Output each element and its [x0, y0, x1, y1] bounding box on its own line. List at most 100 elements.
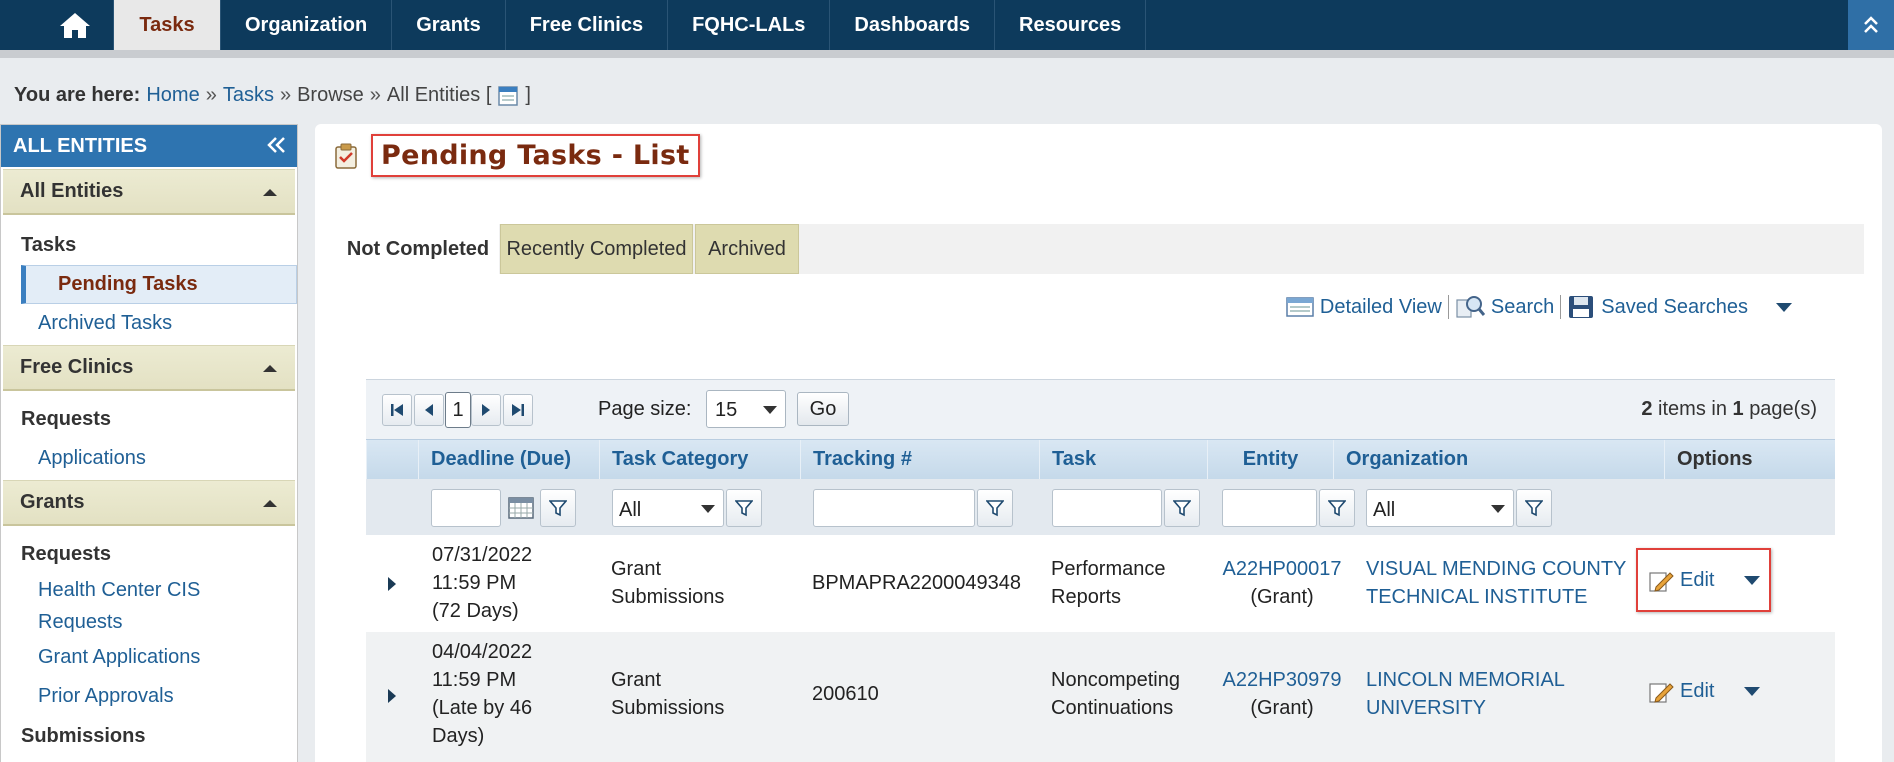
pages-count-text: page(s)	[1749, 398, 1817, 420]
task-category-filter-button[interactable]	[726, 489, 762, 527]
expand-row-icon[interactable]	[388, 689, 396, 703]
tracking-filter-input[interactable]	[813, 489, 975, 527]
nav-tab-resources[interactable]: Resources	[995, 0, 1147, 50]
sidebar-item-applications[interactable]: Applications	[1, 439, 297, 478]
detailed-view-label: Detailed View	[1319, 295, 1442, 318]
go-button[interactable]: Go	[797, 392, 849, 426]
window-icon[interactable]	[497, 85, 519, 107]
nav-tab-organization[interactable]: Organization	[221, 0, 393, 50]
organization-link[interactable]: TECHNICAL INSTITUTE	[1366, 583, 1626, 611]
saved-searches-dropdown-icon[interactable]	[1776, 302, 1792, 312]
organization-filter-select[interactable]: All	[1366, 489, 1514, 527]
tab-recently-completed[interactable]: Recently Completed	[500, 224, 693, 274]
page-size-select[interactable]: 15	[706, 390, 786, 428]
sidebar-item-archived-tasks[interactable]: Archived Tasks	[1, 304, 297, 343]
breadcrumb-separator: »	[279, 84, 292, 106]
task-filter-input[interactable]	[1052, 489, 1162, 527]
calendar-button[interactable]	[503, 489, 539, 527]
task-category-filter-select[interactable]: All	[612, 489, 724, 527]
organization-link[interactable]: UNIVERSITY	[1366, 694, 1565, 722]
prev-page-button[interactable]	[414, 394, 444, 426]
saved-searches-button[interactable]: Saved Searches	[1567, 294, 1792, 320]
options-dropdown-icon[interactable]	[1744, 575, 1761, 585]
collapse-arrow-icon	[263, 365, 277, 372]
current-page-number[interactable]: 1	[445, 392, 471, 428]
breadcrumb: You are here: Home » Tasks » Browse » Al…	[14, 84, 531, 107]
edit-link[interactable]: Edit	[1680, 569, 1714, 592]
first-page-button[interactable]	[382, 394, 412, 426]
task-cell: Performance Reports	[1051, 555, 1166, 611]
task-cell: Noncompeting Continuations	[1051, 666, 1180, 722]
next-page-button[interactable]	[471, 394, 501, 426]
column-header-options: Options	[1664, 440, 1835, 479]
deadline-filter-input[interactable]	[431, 489, 501, 527]
home-button[interactable]	[36, 0, 114, 50]
column-header-organization[interactable]: Organization	[1333, 440, 1664, 479]
task-filter-button[interactable]	[1164, 489, 1200, 527]
options-cell: Edit	[1636, 548, 1771, 612]
breadcrumb-tasks[interactable]: Tasks	[223, 84, 274, 107]
tracking-cell: 200610	[812, 683, 879, 705]
sidebar-item-health-center-cis[interactable]: Health Center CIS Requests	[1, 574, 221, 638]
nav-tab-free-clinics[interactable]: Free Clinics	[506, 0, 669, 50]
filter-icon	[1525, 500, 1543, 517]
nav-tab-tasks[interactable]: Tasks	[114, 0, 221, 50]
sidebar-item-grant-applications[interactable]: Grant Applications	[1, 638, 297, 677]
column-header-entity[interactable]: Entity	[1207, 440, 1333, 479]
sidebar-item-pending-tasks[interactable]: Pending Tasks	[21, 265, 297, 304]
tab-archived[interactable]: Archived	[695, 224, 799, 274]
search-label: Search	[1490, 295, 1555, 318]
entity-filter-input[interactable]	[1222, 489, 1317, 527]
nav-tab-fqhc-lals[interactable]: FQHC-LALs	[668, 0, 831, 50]
column-header-tracking[interactable]: Tracking #	[800, 440, 1039, 479]
deadline-filter-button[interactable]	[540, 489, 576, 527]
column-header-task-category[interactable]: Task Category	[599, 440, 800, 479]
organization-filter-value: All	[1373, 499, 1396, 521]
entity-filter-button[interactable]	[1319, 489, 1355, 527]
collapse-header-button[interactable]	[1848, 0, 1894, 50]
items-count-value: 2	[1641, 398, 1653, 420]
tab-not-completed[interactable]: Not Completed	[337, 224, 499, 274]
entity-cell: A22HP30979 (Grant)	[1219, 666, 1345, 722]
organization-link[interactable]: LINCOLN MEMORIAL	[1366, 666, 1565, 694]
page-title: Pending Tasks - List	[381, 140, 690, 171]
organization-link[interactable]: VISUAL MENDING COUNTY	[1366, 555, 1626, 583]
organization-filter-button[interactable]	[1516, 489, 1552, 527]
breadcrumb-home[interactable]: Home	[146, 84, 199, 107]
sidebar-header: ALL ENTITIES	[1, 125, 297, 167]
detailed-view-button[interactable]: Detailed View	[1286, 296, 1442, 319]
sidebar-group-tasks: Tasks	[21, 233, 77, 256]
edit-link[interactable]: Edit	[1680, 680, 1714, 703]
column-header-task[interactable]: Task	[1039, 440, 1207, 479]
sidebar-item-prior-approvals[interactable]: Prior Approvals	[1, 677, 297, 716]
expand-row-icon[interactable]	[388, 577, 396, 591]
sidebar-section-all-entities[interactable]: All Entities	[3, 169, 295, 215]
tracking-filter-button[interactable]	[977, 489, 1013, 527]
deadline-date: 04/04/2022	[432, 641, 533, 663]
section-title: Grants	[20, 491, 85, 513]
collapse-sidebar-icon[interactable]	[265, 133, 287, 157]
search-button[interactable]: Search	[1455, 294, 1554, 320]
items-count: 2 items in 1 page(s)	[1641, 398, 1817, 421]
organization-cell: LINCOLN MEMORIAL UNIVERSITY	[1366, 666, 1565, 722]
grid-header: Deadline (Due) Task Category Tracking # …	[366, 439, 1835, 479]
nav-tab-dashboards[interactable]: Dashboards	[830, 0, 996, 50]
sidebar-section-grants[interactable]: Grants	[3, 480, 295, 526]
pages-count-value: 1	[1732, 398, 1744, 420]
task-line: Performance	[1051, 558, 1166, 580]
category-line: Submissions	[611, 697, 725, 719]
grid-toolbar: Detailed View Search Saved Searches	[1286, 294, 1792, 320]
entity-link[interactable]: A22HP00017	[1219, 555, 1345, 583]
options-dropdown-icon[interactable]	[1744, 686, 1761, 696]
collapse-arrow-icon	[263, 500, 277, 507]
page-size-label: Page size:	[598, 398, 692, 420]
tasks-grid: 1 Page size: 15 Go 2 items in 1 page(s) …	[366, 379, 1835, 762]
column-header-deadline[interactable]: Deadline (Due)	[418, 440, 599, 479]
chevron-down-icon	[763, 406, 777, 414]
breadcrumb-separator: »	[205, 84, 217, 106]
entity-link[interactable]: A22HP30979	[1219, 666, 1345, 694]
nav-tab-grants[interactable]: Grants	[392, 0, 506, 50]
deadline-remaining: Days)	[432, 725, 485, 747]
last-page-button[interactable]	[503, 394, 533, 426]
sidebar-section-free-clinics[interactable]: Free Clinics	[3, 345, 295, 391]
